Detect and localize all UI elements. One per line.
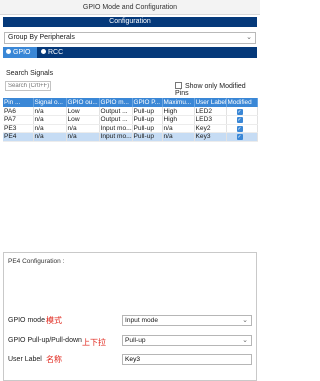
table-cell: High [162,115,195,125]
configuration-banner: Configuration [3,17,257,27]
table-cell: PA7 [3,115,34,125]
column-header[interactable]: Modified [226,98,258,107]
gpio-mode-select[interactable]: Input mode ⌄ [122,315,252,326]
gpio-mode-annotation: 模式 [46,316,62,325]
table-cell: High [162,107,195,116]
group-by-select-value: Group By Peripherals [8,34,75,41]
chevron-down-icon: ⌄ [242,317,248,324]
table-cell: Output ... [99,107,133,116]
show-modified-toggle[interactable]: Show only Modified Pins [175,82,260,97]
pin-configuration-panel: PE4 Configuration : GPIO mode 模式 Input m… [3,252,257,381]
gpio-mode-label: GPIO mode [8,317,45,324]
table-cell: PA6 [3,107,34,116]
tab-gpio-label: GPIO [13,49,31,56]
show-modified-label: Show only Modified Pins [175,83,246,97]
table-cell: n/a [162,132,195,142]
table-cell: LED3 [194,115,227,125]
table-cell: Input mo... [99,124,133,133]
chevron-down-icon: ⌄ [242,337,248,344]
table-cell: Pull-up [132,132,163,142]
table-cell: n/a [66,124,100,133]
gpio-pull-value: Pull-up [125,337,146,344]
table-row[interactable]: PA6 n/a Low Output ... Pull-up High LED2… [3,107,258,116]
user-label-input[interactable] [122,354,252,365]
tab-gpio[interactable]: GPIO [3,47,37,58]
table-row-selected[interactable]: PE4 n/a n/a Input mo... Pull-up n/a Key3… [3,132,258,142]
table-header-row: Pin ... Signal o... GPIO ou... GPIO m...… [3,98,258,107]
table-cell: Low [66,115,100,125]
table-cell: n/a [33,124,67,133]
user-label-label: User Label [8,356,42,363]
table-cell: Key3 [194,132,227,142]
checkbox-checked-icon[interactable]: ✓ [236,125,243,132]
column-header[interactable]: Maximu... [162,98,195,107]
table-row[interactable]: PA7 n/a Low Output ... Pull-up High LED3… [3,115,258,125]
column-header[interactable]: GPIO P... [132,98,163,107]
column-header[interactable]: GPIO m... [99,98,133,107]
user-label-annotation: 名称 [46,355,62,364]
modified-cell[interactable]: ✓ [226,107,258,116]
table-cell: PE3 [3,124,34,133]
table-cell: n/a [33,132,67,142]
checkbox-checked-icon[interactable]: ✓ [236,134,243,141]
peripheral-tabs: GPIO RCC [3,47,257,58]
table-cell: Pull-up [132,115,163,125]
column-header[interactable]: Pin ... [3,98,34,107]
table-cell: PE4 [3,132,34,142]
table-cell: Low [66,107,100,116]
group-by-select[interactable]: Group By Peripherals ⌄ [4,32,256,44]
chevron-down-icon: ⌄ [246,34,252,41]
table-row[interactable]: PE3 n/a n/a Input mo... Pull-up n/a Key2… [3,124,258,133]
gpio-pull-annotation: 上下拉 [82,338,106,347]
search-signals-title: Search Signals [6,70,54,77]
column-header[interactable]: GPIO ou... [66,98,100,107]
table-cell: LED2 [194,107,227,116]
checkbox-checked-icon[interactable]: ✓ [236,117,243,124]
gpio-pull-label: GPIO Pull-up/Pull-down [8,337,82,344]
column-header[interactable]: User Label [194,98,227,107]
tab-rcc-label: RCC [48,49,64,56]
window-title: GPIO Mode and Configuration [0,0,260,15]
radio-dot-icon [6,49,11,54]
pin-configuration-title: PE4 Configuration : [8,258,65,265]
table-cell: Pull-up [132,124,163,133]
signals-table: Pin ... Signal o... GPIO ou... GPIO m...… [3,98,258,142]
checkbox-checked-icon[interactable]: ✓ [236,108,243,115]
column-header[interactable]: Signal o... [33,98,67,107]
search-signals-input[interactable] [5,81,51,91]
gpio-pull-select[interactable]: Pull-up ⌄ [122,335,252,346]
radio-dot-icon [41,49,46,54]
table-cell: n/a [162,124,195,133]
modified-cell[interactable]: ✓ [226,132,258,142]
table-cell: Key2 [194,124,227,133]
gpio-mode-value: Input mode [125,317,158,324]
modified-cell[interactable]: ✓ [226,115,258,125]
table-cell: Input mo... [99,132,133,142]
tab-rcc[interactable]: RCC [38,47,68,58]
modified-cell[interactable]: ✓ [226,124,258,133]
table-cell: n/a [66,132,100,142]
show-modified-checkbox[interactable] [175,82,182,89]
table-cell: n/a [33,115,67,125]
gpio-config-window: GPIO Mode and Configuration Configuratio… [0,0,260,381]
table-cell: Pull-up [132,107,163,116]
table-cell: Output ... [99,115,133,125]
table-cell: n/a [33,107,67,116]
